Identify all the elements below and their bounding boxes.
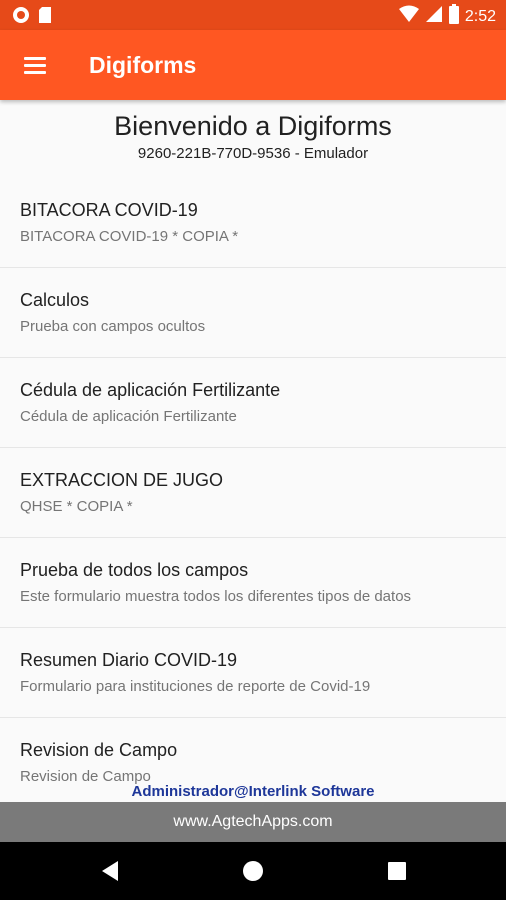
forms-list[interactable]: BITACORA COVID-19 BITACORA COVID-19 * CO… (0, 178, 506, 802)
list-item[interactable]: EXTRACCION DE JUGO QHSE * COPIA * (0, 448, 506, 538)
recents-icon[interactable] (384, 858, 410, 884)
list-item[interactable]: Cédula de aplicación Fertilizante Cédula… (0, 358, 506, 448)
wifi-icon (398, 5, 419, 28)
footer-bar: www.AgtechApps.com (0, 802, 506, 842)
list-item[interactable]: Calculos Prueba con campos ocultos (0, 268, 506, 358)
device-id: 9260-221B-770D-9536 - Emulador (137, 145, 369, 162)
record-icon (12, 6, 30, 29)
welcome-header: Bienvenido a Digiforms 9260-221B-770D-95… (0, 108, 506, 164)
app-title: Digiforms (89, 52, 197, 78)
status-bar: 2:52 (0, 0, 506, 30)
battery-icon (448, 4, 459, 29)
signal-icon (425, 5, 443, 28)
form-subtitle: Este formulario muestra todos los difere… (20, 588, 412, 605)
form-title: Resumen Diario COVID-19 (20, 650, 238, 670)
form-subtitle: QHSE * COPIA * (20, 498, 133, 515)
website-link[interactable]: www.AgtechApps.com (173, 813, 332, 830)
form-title: Prueba de todos los campos (20, 560, 249, 580)
list-item[interactable]: BITACORA COVID-19 BITACORA COVID-19 * CO… (0, 178, 506, 268)
list-item[interactable]: Prueba de todos los campos Este formular… (0, 538, 506, 628)
back-icon[interactable] (98, 858, 124, 884)
form-title: EXTRACCION DE JUGO (20, 470, 224, 490)
form-subtitle: Formulario para instituciones de reporte… (20, 678, 371, 695)
form-subtitle: BITACORA COVID-19 * COPIA * (20, 228, 239, 245)
list-item[interactable]: Resumen Diario COVID-19 Formulario para … (0, 628, 506, 718)
form-title: BITACORA COVID-19 (20, 200, 198, 220)
form-subtitle: Cédula de aplicación Fertilizante (20, 408, 237, 425)
form-title: Calculos (20, 290, 90, 310)
system-nav-bar (0, 842, 506, 900)
app-bar: Digiforms (0, 30, 506, 100)
form-title: Cédula de aplicación Fertilizante (20, 380, 281, 400)
sd-card-icon (38, 6, 52, 29)
form-subtitle: Prueba con campos ocultos (20, 318, 206, 335)
hamburger-menu-icon[interactable] (14, 50, 56, 80)
admin-credit: Administrador@Interlink Software (131, 783, 375, 800)
clock-time: 2:52 (464, 7, 496, 25)
home-icon[interactable] (240, 858, 266, 884)
welcome-title: Bienvenido a Digiforms (114, 111, 392, 141)
form-title: Revision de Campo (20, 740, 178, 760)
